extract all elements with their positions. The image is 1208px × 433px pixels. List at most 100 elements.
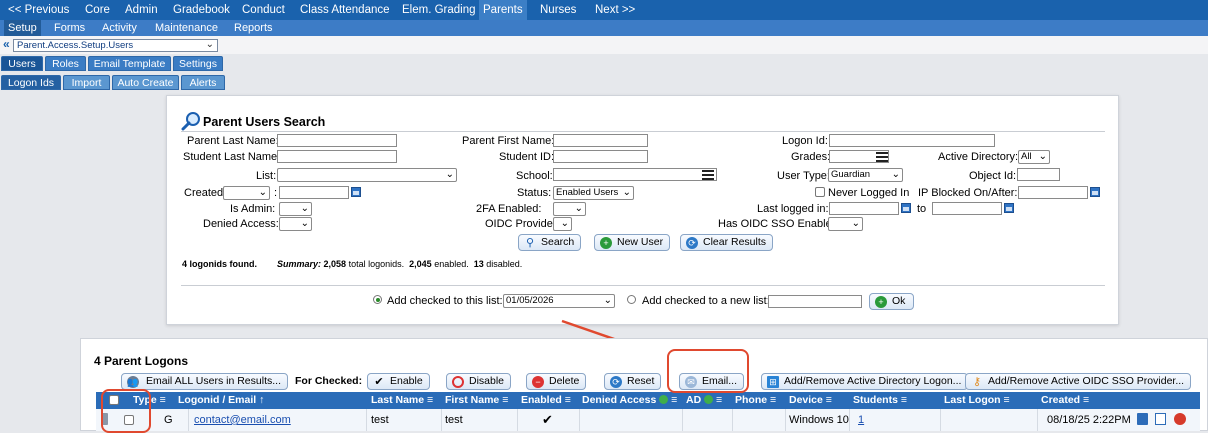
nav-gradebook[interactable]: Gradebook: [173, 0, 230, 20]
ok-button[interactable]: + Ok: [869, 293, 915, 310]
tab-email-template[interactable]: Email Template: [88, 56, 171, 71]
enable-button[interactable]: ✔ Enable: [367, 373, 430, 390]
subtab-import[interactable]: Import: [63, 75, 110, 90]
menu-icon[interactable]: [702, 170, 714, 180]
col-separator: [579, 409, 580, 431]
student-id-input[interactable]: [553, 150, 648, 163]
col-separator: [188, 409, 189, 431]
menu-icon[interactable]: [876, 152, 888, 162]
grades-input[interactable]: [829, 150, 889, 163]
clear-results-button[interactable]: ⟳ Clear Results: [680, 234, 774, 251]
col-logonid[interactable]: Logonid / Email ↑: [178, 392, 264, 409]
collapse-icon[interactable]: «: [3, 37, 10, 51]
add-remove-oidc-button[interactable]: ⚷ Add/Remove Active OIDC SSO Provider...: [965, 373, 1192, 390]
is-admin-select[interactable]: ⌄: [279, 202, 312, 216]
copy-icon[interactable]: [1137, 413, 1148, 425]
reset-button[interactable]: ⟳ Reset: [604, 373, 662, 390]
tab-settings[interactable]: Settings: [173, 56, 223, 71]
subtab-alerts[interactable]: Alerts: [181, 75, 225, 90]
never-logged-in-checkbox[interactable]: [815, 187, 825, 197]
subnav-maintenance[interactable]: Maintenance: [155, 20, 218, 36]
nav-elem-grading[interactable]: Elem. Grading: [402, 0, 476, 20]
twofa-select[interactable]: ⌄: [553, 202, 586, 216]
subnav-activity[interactable]: Activity: [102, 20, 137, 36]
subnav-setup[interactable]: Setup: [4, 20, 41, 36]
chevron-down-icon: ⌄: [851, 218, 860, 229]
add-remove-ad-button[interactable]: ⊞ Add/Remove Active Directory Logon...: [761, 373, 969, 390]
subtab-auto-create[interactable]: Auto Create: [112, 75, 179, 90]
nav-core[interactable]: Core: [85, 0, 110, 20]
col-phone[interactable]: Phone ≡: [735, 392, 776, 409]
add-checked-select[interactable]: 01/05/2026 ⌄: [503, 294, 615, 308]
subnav-forms[interactable]: Forms: [54, 20, 85, 36]
add-checked-radio[interactable]: [373, 295, 382, 304]
key-icon: ⚷: [972, 376, 982, 388]
nav-conduct[interactable]: Conduct: [242, 0, 285, 20]
student-last-name-input[interactable]: [277, 150, 397, 163]
oidc-provider-select[interactable]: ⌄: [553, 217, 572, 231]
nav-next[interactable]: Next >>: [595, 0, 635, 20]
last-logged-in-label: Last logged in:: [757, 203, 829, 215]
has-oidc-select[interactable]: ⌄: [828, 217, 863, 231]
active-directory-label: Active Directory:: [938, 151, 1019, 163]
parent-last-name-input[interactable]: [277, 134, 397, 147]
col-device[interactable]: Device ≡: [789, 392, 832, 409]
nav-nurses[interactable]: Nurses: [540, 0, 576, 20]
col-created[interactable]: Created ≡: [1041, 392, 1089, 409]
subtab-logon-ids[interactable]: Logon Ids: [1, 75, 61, 90]
search-button[interactable]: ⚲ Search: [518, 234, 582, 251]
subnav-reports[interactable]: Reports: [234, 20, 273, 36]
nav-admin[interactable]: Admin: [125, 0, 158, 20]
created-label: Created: [184, 187, 224, 199]
object-id-input[interactable]: [1017, 168, 1060, 181]
delete-button[interactable]: − Delete: [526, 373, 587, 390]
new-list-input[interactable]: [768, 295, 862, 308]
cell-students-link[interactable]: 1: [858, 409, 864, 431]
users-icon: 👥: [127, 376, 139, 388]
ip-blocked-input[interactable]: [1018, 186, 1088, 199]
col-students[interactable]: Students ≡: [853, 392, 907, 409]
col-first-name[interactable]: First Name ≡: [445, 392, 508, 409]
logon-id-input[interactable]: [829, 134, 995, 147]
active-directory-select[interactable]: All ⌄: [1018, 150, 1050, 164]
created-select[interactable]: ⌄: [223, 186, 270, 200]
created-date-input[interactable]: [279, 186, 349, 199]
tab-roles[interactable]: Roles: [45, 56, 86, 71]
chevron-down-icon: ⌄: [1038, 151, 1047, 162]
nav-previous[interactable]: << Previous: [8, 0, 69, 20]
col-denied-access[interactable]: Denied Access ≡: [582, 392, 677, 409]
disable-button[interactable]: Disable: [446, 373, 512, 390]
delete-icon[interactable]: [1174, 413, 1186, 425]
add-new-list-radio[interactable]: [627, 295, 636, 304]
student-id-label: Student ID:: [499, 151, 555, 163]
cell-first-name: test: [445, 414, 463, 426]
nav-class-attendance[interactable]: Class Attendance: [300, 0, 390, 20]
last-logged-in-to-input[interactable]: [932, 202, 1002, 215]
new-user-button[interactable]: + New User: [594, 234, 671, 251]
col-last-name[interactable]: Last Name ≡: [371, 392, 433, 409]
col-separator: [366, 409, 367, 431]
to-label: to: [917, 203, 927, 215]
calendar-icon[interactable]: [351, 187, 361, 197]
add-checked-label: Add checked to this list:: [387, 295, 503, 307]
calendar-icon[interactable]: [1090, 187, 1100, 197]
nav-parents[interactable]: Parents: [479, 0, 527, 20]
calendar-icon[interactable]: [1004, 203, 1014, 213]
col-last-logon[interactable]: Last Logon ≡: [944, 392, 1010, 409]
status-select[interactable]: Enabled Users ⌄: [553, 186, 634, 200]
user-type-select[interactable]: Guardian ⌄: [828, 168, 903, 182]
tab-users[interactable]: Users: [1, 56, 43, 71]
col-ad[interactable]: AD ≡: [686, 392, 722, 409]
cell-logonid-link[interactable]: contact@email.com: [194, 409, 291, 431]
email-all-button[interactable]: 👥 Email ALL Users in Results...: [121, 373, 288, 390]
school-input[interactable]: [553, 168, 717, 181]
edit-icon[interactable]: [1155, 413, 1166, 425]
list-select[interactable]: ⌄: [277, 168, 457, 182]
denied-access-select[interactable]: ⌄: [279, 217, 312, 231]
col-enabled[interactable]: Enabled ≡: [521, 392, 571, 409]
last-logged-in-from-input[interactable]: [829, 202, 899, 215]
calendar-icon[interactable]: [901, 203, 911, 213]
chevron-down-icon: ⌄: [300, 218, 309, 229]
parent-first-name-input[interactable]: [553, 134, 648, 147]
path-select[interactable]: Parent.Access.Setup.Users ⌄: [13, 39, 218, 52]
